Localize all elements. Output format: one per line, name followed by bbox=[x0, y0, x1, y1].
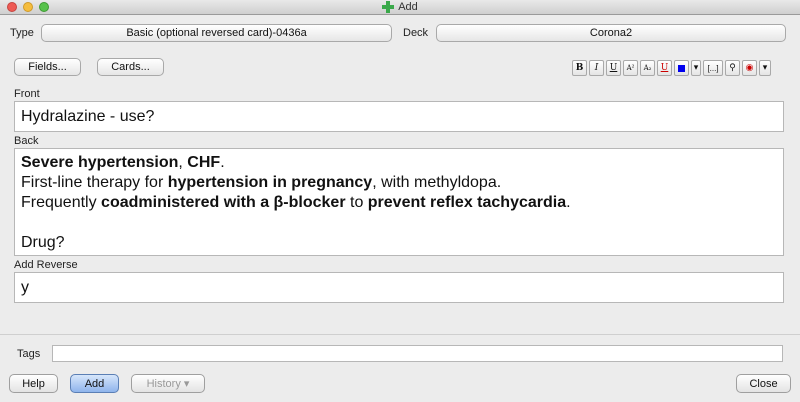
close-button[interactable]: Close bbox=[736, 374, 791, 393]
back-line-4 bbox=[21, 213, 777, 233]
window-title-group: Add bbox=[0, 0, 800, 14]
color-swatch-icon bbox=[678, 64, 685, 72]
color-dropdown-button[interactable]: ▾ bbox=[691, 60, 701, 76]
format-toolbar: B I U A² A₂ U ▾ [...] ⚲ ◉ ▾ bbox=[572, 60, 771, 77]
add-button[interactable]: Add bbox=[70, 374, 119, 393]
window-title: Add bbox=[398, 1, 418, 13]
add-reverse-field[interactable]: y bbox=[14, 272, 784, 303]
history-button[interactable]: History ▾ bbox=[131, 374, 205, 393]
note-type-selector[interactable]: Basic (optional reversed card)-0436a bbox=[41, 24, 392, 42]
help-button[interactable]: Help bbox=[9, 374, 58, 393]
fields-button[interactable]: Fields... bbox=[14, 58, 81, 76]
back-line-5: Drug? bbox=[21, 234, 65, 251]
attach-icon[interactable]: ⚲ bbox=[725, 60, 740, 76]
back-line-1: Severe hypertension, CHF. bbox=[21, 154, 225, 171]
type-label: Type bbox=[10, 27, 34, 39]
more-options-button[interactable]: ▾ bbox=[759, 60, 771, 76]
bold-button[interactable]: B bbox=[572, 60, 587, 76]
cards-button[interactable]: Cards... bbox=[97, 58, 164, 76]
italic-button[interactable]: I bbox=[589, 60, 604, 76]
tags-input[interactable] bbox=[52, 345, 783, 362]
add-icon bbox=[382, 1, 395, 13]
back-line-3: Frequently coadministered with a β-block… bbox=[21, 194, 571, 211]
record-icon[interactable]: ◉ bbox=[742, 60, 757, 76]
front-label: Front bbox=[14, 88, 40, 100]
deck-label: Deck bbox=[403, 27, 429, 39]
subscript-button[interactable]: A₂ bbox=[640, 60, 655, 76]
title-bar: Add bbox=[0, 0, 800, 15]
text-color-button[interactable] bbox=[674, 60, 689, 76]
tags-label: Tags bbox=[17, 348, 41, 360]
front-field[interactable]: Hydralazine - use? bbox=[14, 101, 784, 132]
back-field[interactable]: Severe hypertension, CHF. First-line the… bbox=[14, 148, 784, 256]
back-line-2: First-line therapy for hypertension in p… bbox=[21, 174, 502, 191]
underline-button[interactable]: U bbox=[606, 60, 621, 76]
clear-format-button[interactable]: U bbox=[657, 60, 672, 76]
back-label: Back bbox=[14, 135, 39, 147]
divider bbox=[0, 334, 800, 335]
deck-selector[interactable]: Corona2 bbox=[436, 24, 786, 42]
cloze-button[interactable]: [...] bbox=[703, 60, 723, 76]
add-reverse-label: Add Reverse bbox=[14, 259, 78, 271]
superscript-button[interactable]: A² bbox=[623, 60, 638, 76]
